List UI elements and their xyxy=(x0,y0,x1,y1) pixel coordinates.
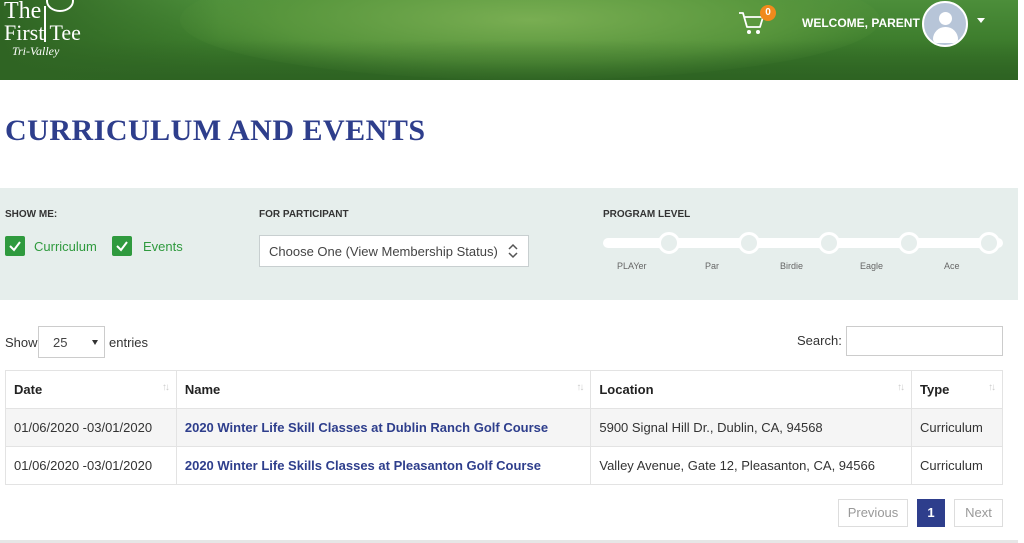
entries-select-value: 25 xyxy=(53,335,68,350)
participant-select-value: Choose One (View Membership Status) xyxy=(269,244,498,259)
level-label-eagle: Eagle xyxy=(860,261,884,271)
column-header-name-label: Name xyxy=(184,382,221,397)
logo-line2: First Tee xyxy=(4,20,81,45)
events-label[interactable]: Events xyxy=(143,239,183,254)
sort-icon: ↑↓ xyxy=(576,382,584,393)
user-avatar[interactable] xyxy=(922,1,968,47)
column-header-type[interactable]: Type ↑↓ xyxy=(911,370,1003,409)
cell-date: 01/06/2020 -03/01/2020 xyxy=(5,408,177,447)
cell-type: Curriculum xyxy=(911,446,1003,485)
sort-icon: ↑↓ xyxy=(988,382,996,393)
scrollbar-gutter xyxy=(1018,0,1024,543)
previous-page-button[interactable]: Previous xyxy=(838,499,908,527)
entries-select[interactable]: 25 xyxy=(38,326,105,358)
welcome-text[interactable]: WELCOME, PARENT xyxy=(802,16,920,30)
table-header-row: Date ↑↓ Name ↑↓ Location ↑↓ Type ↑↓ xyxy=(5,370,1003,409)
avatar-head-icon xyxy=(939,12,952,25)
next-page-button[interactable]: Next xyxy=(954,499,1003,527)
events-checkbox[interactable] xyxy=(112,236,132,256)
search-input[interactable] xyxy=(846,326,1003,356)
column-header-name[interactable]: Name ↑↓ xyxy=(175,370,592,409)
level-node-ace[interactable] xyxy=(978,232,1000,254)
cell-location: 5900 Signal Hill Dr., Dublin, CA, 94568 xyxy=(590,408,912,447)
level-node-par[interactable] xyxy=(738,232,760,254)
column-header-location-label: Location xyxy=(599,382,654,397)
level-label-par: Par xyxy=(705,261,720,271)
participant-select[interactable]: Choose One (View Membership Status) xyxy=(259,235,529,267)
column-header-type-label: Type xyxy=(920,382,950,397)
column-header-date-label: Date xyxy=(14,382,43,397)
cart-count-badge: 0 xyxy=(760,5,776,21)
table-row: 01/06/2020 -03/01/2020 2020 Winter Life … xyxy=(5,446,1003,485)
event-link[interactable]: 2020 Winter Life Skills Classes at Pleas… xyxy=(185,458,541,473)
entries-label: entries xyxy=(109,335,149,350)
cell-location: Valley Avenue, Gate 12, Pleasanton, CA, … xyxy=(590,446,912,485)
cell-type: Curriculum xyxy=(911,408,1003,447)
cell-name: 2020 Winter Life Skills Classes at Pleas… xyxy=(175,446,592,485)
updown-chevron-icon xyxy=(508,243,518,259)
level-node-eagle[interactable] xyxy=(898,232,920,254)
curriculum-checkbox[interactable] xyxy=(5,236,25,256)
filter-panel: SHOW ME: Curriculum Events FOR PARTICIPA… xyxy=(0,188,1018,300)
level-node-birdie[interactable] xyxy=(818,232,840,254)
column-header-location[interactable]: Location ↑↓ xyxy=(590,370,912,409)
logo-swirl-icon xyxy=(46,0,74,12)
header-banner: The First Tee Tri-Valley 0 WELCOME, PARE… xyxy=(0,0,1018,80)
dropdown-triangle-icon xyxy=(92,340,98,345)
check-icon xyxy=(116,241,128,252)
program-level-label: PROGRAM LEVEL xyxy=(603,209,691,220)
level-label-ace: Ace xyxy=(944,261,960,271)
first-tee-logo[interactable]: The First Tee Tri-Valley xyxy=(0,0,110,62)
page-1-button[interactable]: 1 xyxy=(917,499,945,527)
logo-line3: Tri-Valley xyxy=(12,44,60,58)
cell-date: 01/06/2020 -03/01/2020 xyxy=(5,446,177,485)
cart-button[interactable]: 0 xyxy=(738,5,776,40)
curriculum-label[interactable]: Curriculum xyxy=(34,239,97,254)
user-menu-caret-icon[interactable] xyxy=(977,18,985,23)
level-label-birdie: Birdie xyxy=(780,261,804,271)
cell-name: 2020 Winter Life Skill Classes at Dublin… xyxy=(175,408,592,447)
table-row: 01/06/2020 -03/01/2020 2020 Winter Life … xyxy=(5,408,1003,447)
page-title: CURRICULUM AND EVENTS xyxy=(5,114,426,147)
level-node-player[interactable] xyxy=(658,232,680,254)
column-header-date[interactable]: Date ↑↓ xyxy=(5,370,177,409)
participant-label: FOR PARTICIPANT xyxy=(259,209,349,220)
sort-icon: ↑↓ xyxy=(161,382,170,393)
avatar-body-icon xyxy=(933,27,958,43)
show-label: Show xyxy=(5,335,38,350)
check-icon xyxy=(9,241,21,252)
search-label: Search: xyxy=(797,333,842,348)
show-me-label: SHOW ME: xyxy=(5,209,58,220)
level-label-player: PLAYer xyxy=(617,261,647,271)
events-table: Date ↑↓ Name ↑↓ Location ↑↓ Type ↑↓ 01/06/20… xyxy=(5,370,1003,485)
event-link[interactable]: 2020 Winter Life Skill Classes at Dublin… xyxy=(185,420,548,435)
sort-icon: ↑↓ xyxy=(897,382,905,393)
